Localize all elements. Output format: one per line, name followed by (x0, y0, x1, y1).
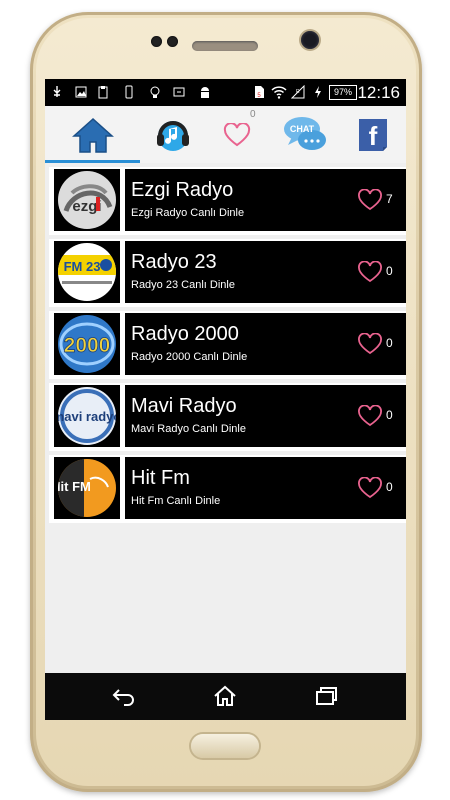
station-title: Mavi Radyo (131, 395, 237, 417)
phone-screen: 5 R 97% 12:16 0 CHAT f ezgi Ezgi Radyo E… (45, 79, 406, 720)
mavi-logo-text: mavi radyo (58, 409, 116, 424)
like-count: 0 (386, 408, 393, 422)
station-title: Radyo 23 (131, 251, 217, 273)
like-count: 0 (386, 480, 393, 494)
clock: 12:16 (357, 83, 400, 102)
wifi-icon (271, 86, 287, 99)
facebook-icon: f (359, 118, 387, 151)
navigation-bar (45, 673, 406, 720)
station-subtitle: Hit Fm Canlı Dinle (131, 495, 221, 507)
android-icon (201, 87, 209, 98)
tab-home[interactable] (45, 106, 140, 163)
like-count: 0 (386, 264, 393, 278)
tab-music[interactable] (145, 106, 201, 163)
usb-icon (53, 86, 61, 97)
station-logo: ezgi (54, 169, 120, 231)
station-info: Hit Fm Hit Fm Canlı Dinle 0 (125, 457, 406, 519)
home-icon[interactable] (212, 685, 238, 707)
list-item[interactable]: ezgi Ezgi Radyo Ezgi Radyo Canlı Dinle 7 (49, 167, 406, 235)
tab-bar: 0 CHAT f (45, 106, 406, 163)
recent-apps-icon[interactable] (313, 685, 339, 707)
tab-facebook[interactable]: f (350, 106, 396, 163)
station-info: Radyo 2000 Radyo 2000 Canlı Dinle 0 (125, 313, 406, 375)
chat-bubble-icon: CHAT (284, 116, 326, 150)
sim-icon: 5 (255, 86, 264, 99)
bulb-icon (150, 86, 160, 98)
station-subtitle: Radyo 23 Canlı Dinle (131, 279, 235, 291)
hardware-home-button[interactable] (191, 734, 259, 758)
home-icon (71, 117, 114, 153)
headphones-music-icon (157, 120, 189, 151)
station-info: Mavi Radyo Mavi Radyo Canlı Dinle 0 (125, 385, 406, 447)
ezgi-logo: ezgi (63, 184, 113, 215)
list-item[interactable]: Hit FM Hit Fm Hit Fm Canlı Dinle 0 (49, 455, 406, 523)
station-logo: 2000 (54, 313, 120, 375)
station-subtitle: Radyo 2000 Canlı Dinle (131, 351, 248, 363)
battery-indicator: 97% (329, 85, 357, 100)
like-heart-icon[interactable] (357, 261, 383, 283)
list-item[interactable]: FM 23 Radyo 23 Radyo 23 Canlı Dinle 0 (49, 239, 406, 307)
station-info: Ezgi Radyo Ezgi Radyo Canlı Dinle 7 (125, 169, 406, 231)
favorites-count: 0 (250, 109, 256, 120)
back-icon[interactable] (111, 685, 137, 707)
mavi-logo: mavi radyo (58, 389, 116, 443)
like-heart-icon[interactable] (357, 477, 383, 499)
station-info: Radyo 23 Radyo 23 Canlı Dinle 0 (125, 241, 406, 303)
chat-label: CHAT (290, 124, 315, 134)
radyo23-logo-text: FM 23 (64, 259, 101, 274)
station-logo: FM 23 (54, 241, 120, 303)
sensor-dot (151, 36, 162, 47)
hitfm-logo: Hit FM (58, 459, 109, 517)
status-bar: 5 R 97% 12:16 (45, 79, 406, 106)
radyo2000-logo: 2000 (59, 322, 115, 366)
sensor-dot (167, 36, 178, 47)
svg-text:R: R (296, 89, 300, 95)
earpiece (192, 41, 258, 51)
like-heart-icon[interactable] (357, 405, 383, 427)
tab-chat[interactable]: CHAT (277, 106, 333, 163)
signal-icon: R (291, 85, 305, 99)
like-heart-icon[interactable] (357, 333, 383, 355)
phone-icon (125, 85, 133, 99)
radyo23-logo: FM 23 (58, 255, 116, 284)
station-list: ezgi Ezgi Radyo Ezgi Radyo Canlı Dinle 7… (45, 163, 406, 673)
station-subtitle: Mavi Radyo Canlı Dinle (131, 423, 246, 435)
image-icon (75, 86, 87, 98)
charging-icon (315, 86, 321, 98)
list-item[interactable]: 2000 Radyo 2000 Radyo 2000 Canlı Dinle 0 (49, 311, 406, 379)
radyo2000-logo-text: 2000 (64, 334, 111, 357)
clipboard-icon (98, 86, 108, 99)
station-subtitle: Ezgi Radyo Canlı Dinle (131, 207, 245, 219)
station-title: Ezgi Radyo (131, 179, 234, 201)
hitfm-logo-text: Hit FM (58, 479, 91, 494)
like-count: 0 (386, 336, 393, 350)
front-camera (301, 31, 319, 49)
station-title: Radyo 2000 (131, 323, 239, 345)
station-title: Hit Fm (131, 467, 190, 489)
station-logo: Hit FM (54, 457, 120, 519)
list-item[interactable]: mavi radyo Mavi Radyo Mavi Radyo Canlı D… (49, 383, 406, 451)
like-heart-icon[interactable] (357, 189, 383, 211)
heart-icon (223, 122, 251, 146)
sync-icon (173, 87, 185, 97)
facebook-letter: f (369, 121, 378, 151)
like-count: 7 (386, 192, 393, 206)
station-logo: mavi radyo (54, 385, 120, 447)
